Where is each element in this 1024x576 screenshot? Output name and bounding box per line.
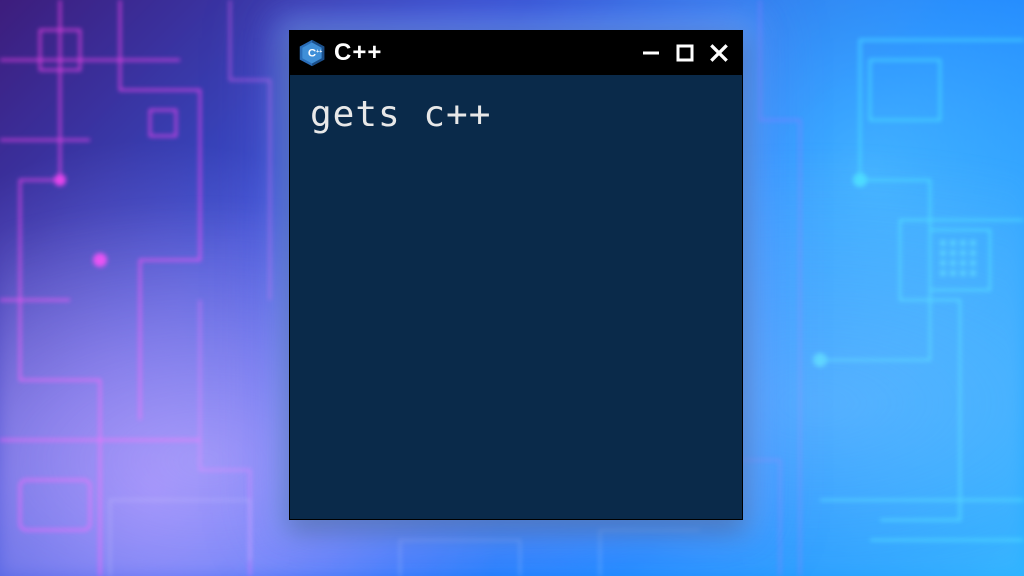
cpp-logo-icon: C + + (298, 39, 326, 67)
maximize-button[interactable] (672, 40, 698, 66)
svg-text:+: + (319, 49, 322, 55)
svg-text:C: C (308, 48, 316, 60)
titlebar[interactable]: C + + C++ (290, 31, 742, 75)
terminal-content[interactable]: gets c++ (290, 75, 742, 154)
terminal-line: gets c++ (310, 93, 722, 136)
terminal-window: C + + C++ gets c++ (289, 30, 743, 520)
minimize-button[interactable] (638, 40, 664, 66)
window-title: C++ (334, 39, 382, 67)
close-button[interactable] (706, 40, 732, 66)
